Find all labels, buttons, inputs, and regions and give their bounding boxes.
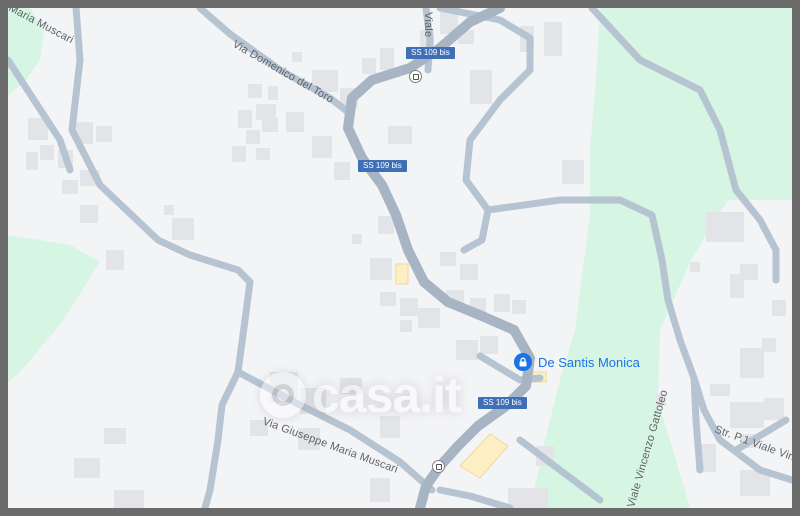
bus-stop-icon[interactable]: [432, 460, 445, 473]
map-frame: Via Domenico del Toro Viale Maria Muscar…: [0, 0, 800, 516]
park-left: [8, 235, 100, 382]
poi-label[interactable]: De Santis Monica: [538, 355, 640, 370]
road-small-3: [436, 486, 514, 508]
road-shield-ss109bis: SS 109 bis: [358, 160, 407, 172]
bus-icon: [412, 73, 419, 80]
map-canvas: Via Domenico del Toro Viale Maria Muscar…: [8, 8, 792, 508]
real-estate-agency-pin-icon[interactable]: [514, 353, 532, 371]
poi-de-santis-monica[interactable]: De Santis Monica: [514, 353, 640, 371]
road-shield-ss109bis: SS 109 bis: [406, 47, 455, 59]
map-view[interactable]: Via Domenico del Toro Viale Maria Muscar…: [8, 8, 792, 508]
casa-watermark: casa.it: [260, 366, 462, 424]
street-label-viale: Viale: [422, 12, 434, 37]
road-muscari-west: [68, 8, 254, 508]
bus-icon: [435, 463, 442, 470]
casa-watermark-text: casa.it: [312, 367, 462, 423]
bus-stop-icon[interactable]: [409, 70, 422, 83]
casa-logo-icon: [260, 372, 306, 418]
lock-icon: [519, 357, 527, 367]
road-top-loop: [436, 8, 534, 254]
road-shield-ss109bis: SS 109 bis: [478, 397, 527, 409]
